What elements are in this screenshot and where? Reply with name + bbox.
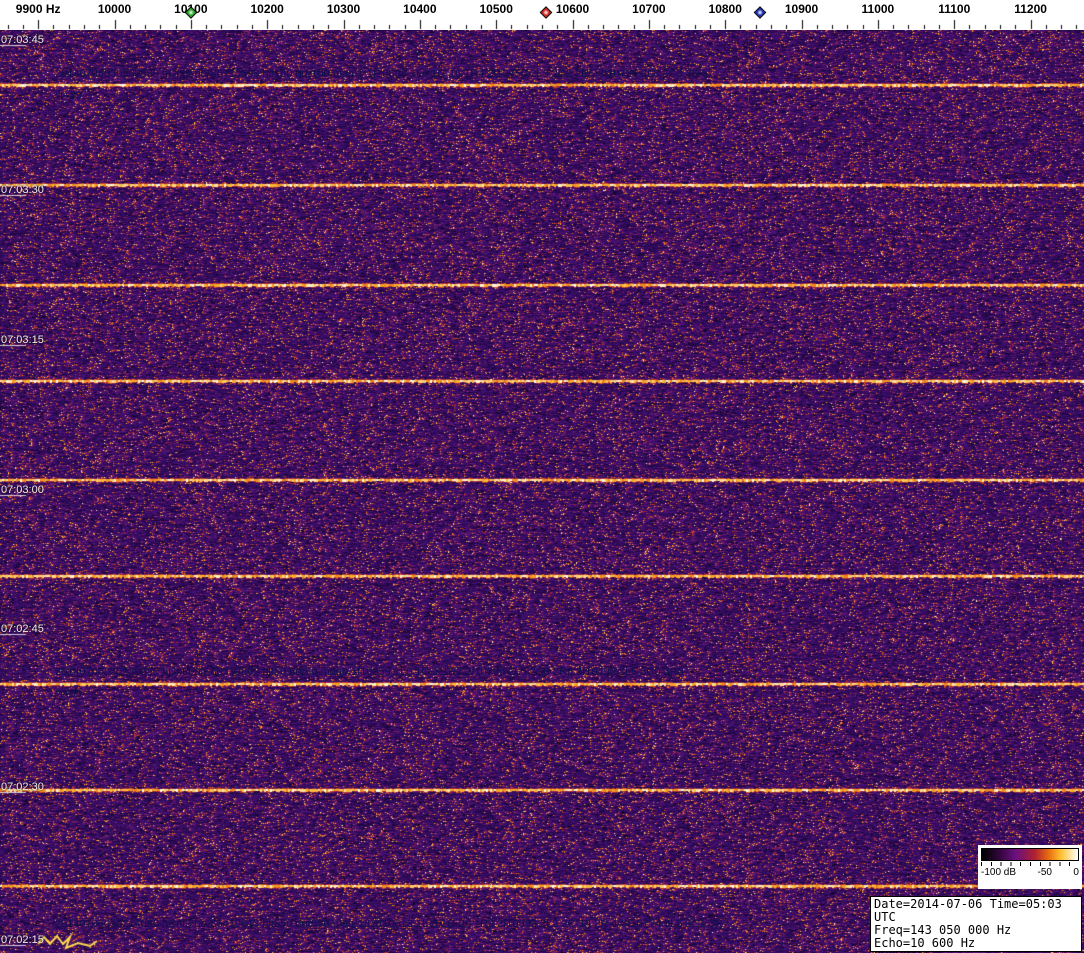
freq-axis-label-10000: 10000 xyxy=(97,2,132,16)
time-label: 07:03:00 xyxy=(1,484,44,496)
db-min-label: -100 dB xyxy=(981,867,1017,878)
frequency-ruler: 9900 Hz100001010010200103001040010500106… xyxy=(0,0,1084,30)
time-label: 07:03:45 xyxy=(1,34,44,46)
db-mid-label: -50 xyxy=(1037,867,1052,878)
db-scale-legend: -100 dB -50 0 xyxy=(978,845,1082,889)
freq-axis-label-10900: 10900 xyxy=(784,2,819,16)
freq-axis-label-11000: 11000 xyxy=(861,2,895,16)
freq-axis-label-10700: 10700 xyxy=(632,2,666,16)
freq-axis-label-10400: 10400 xyxy=(403,2,437,16)
time-label: 07:02:45 xyxy=(1,623,44,635)
waterfall-display: 07:03:45 07:03:30 07:03:15 07:03:00 07:02:45… xyxy=(0,30,1084,953)
status-info-box: Date=2014-07-06 Time=05:03 UTC Freq=143 … xyxy=(870,896,1082,953)
detection-annotation: ^t+39 xyxy=(55,688,82,700)
detection-annotation: 20140706050339680 hCnt5 nb-86 f10598 hit… xyxy=(55,68,706,80)
freq-axis-label-11200: 11200 xyxy=(1014,2,1047,16)
freq-axis-label-10200: 10200 xyxy=(250,2,284,16)
db-scale-labels: -100 dB -50 0 xyxy=(981,867,1079,878)
freq-axis-label-11100: 11100 xyxy=(938,2,971,16)
time-label: 07:03:15 xyxy=(1,334,44,346)
time-label: 07:02:15 xyxy=(1,934,44,946)
db-max-label: 0 xyxy=(1073,867,1079,878)
db-gradient-bar xyxy=(981,848,1079,861)
freq-axis-label-10500: 10500 xyxy=(479,2,513,16)
spectrogram-app: 9900 Hz100001010010200103001040010500106… xyxy=(0,0,1084,953)
spectrogram-canvas xyxy=(0,30,1084,953)
time-label: 07:02:30 xyxy=(1,781,44,793)
date-time-line: Date=2014-07-06 Time=05:03 UTC xyxy=(874,897,1062,924)
time-label: 07:03:30 xyxy=(1,184,44,196)
detection-annotation: ^t+39 xyxy=(55,90,82,102)
detection-annotation: 20140706050239680 hCnt4 nb-86 f10862 hit… xyxy=(55,666,684,678)
freq-axis-label-10800: 10800 xyxy=(708,2,742,16)
freq-axis-label-10300: 10300 xyxy=(326,2,361,16)
db-scale-ticks-icon xyxy=(981,862,1079,866)
detection-annotation: 20140706050214080 hCnt3 nb-85 f10613 hit… xyxy=(55,918,729,930)
freq-axis-label-9900: 9900 Hz xyxy=(15,2,61,16)
freq-axis-label-10600: 10600 xyxy=(555,2,590,16)
